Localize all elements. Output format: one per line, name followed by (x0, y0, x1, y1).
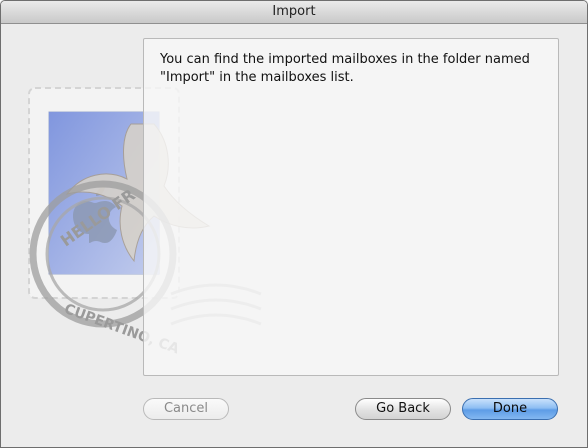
window-title: Import (1, 1, 587, 24)
cancel-button[interactable]: Cancel (143, 398, 229, 420)
go-back-button[interactable]: Go Back (355, 398, 451, 420)
dialog-content: HELLO FR CUPERTINO, CA You can find the … (1, 24, 587, 447)
import-complete-message: You can find the imported mailboxes in t… (160, 51, 540, 87)
done-button[interactable]: Done (462, 398, 558, 420)
message-line-1: You can find the imported mailboxes in t… (160, 52, 530, 67)
message-line-2: "Import" in the mailboxes list. (160, 70, 354, 85)
message-panel: You can find the imported mailboxes in t… (143, 38, 559, 376)
import-dialog-window: Import HELLO FR CUPERTINO, CA You can fi… (0, 0, 588, 448)
